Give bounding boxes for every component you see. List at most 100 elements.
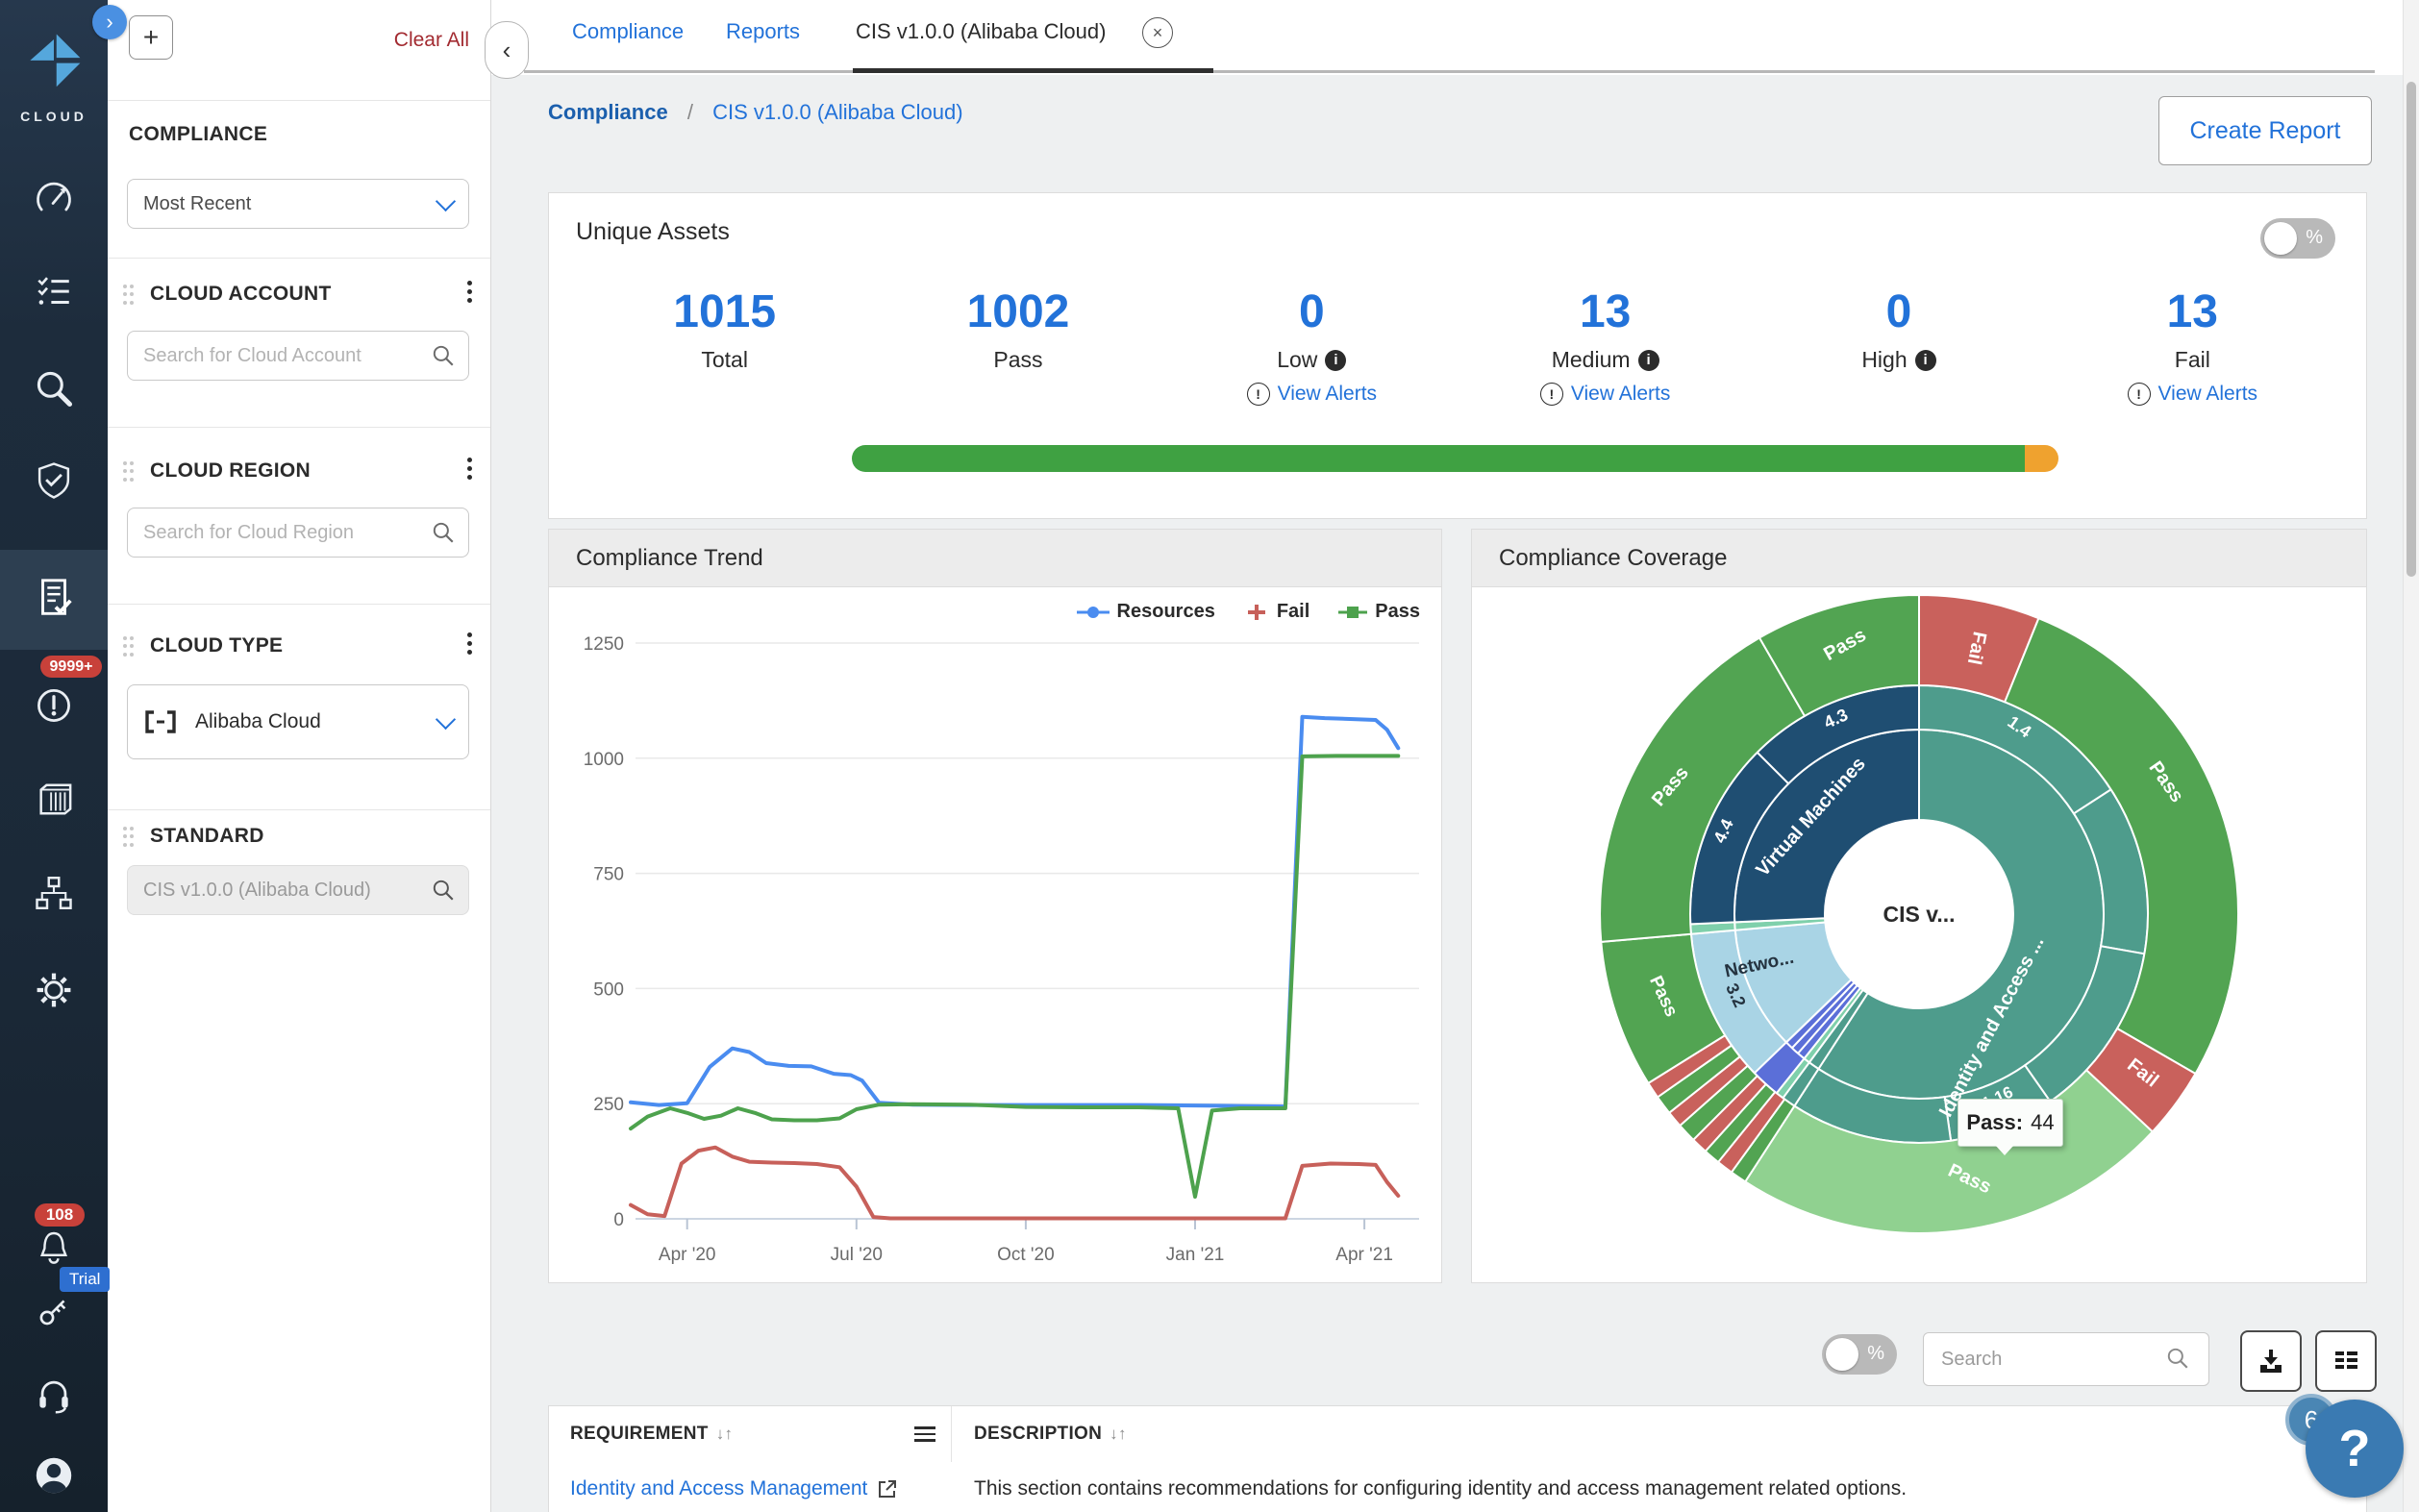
close-tab-icon[interactable]: × xyxy=(1142,17,1173,48)
y-axis-tick-label: 750 xyxy=(593,865,624,885)
drag-handle[interactable] xyxy=(123,285,137,306)
info-icon[interactable]: i xyxy=(1915,350,1936,371)
drag-handle[interactable] xyxy=(123,461,137,483)
tab-reports[interactable]: Reports xyxy=(726,19,800,44)
trend-card-header: Compliance Trend xyxy=(549,530,1441,587)
search-icon xyxy=(431,520,456,545)
legend-item-pass[interactable]: Pass xyxy=(1338,601,1420,623)
stat-value: 13 xyxy=(1459,285,1752,339)
sidebar-item-containers[interactable] xyxy=(0,781,108,819)
clear-all-button[interactable]: Clear All xyxy=(394,29,469,52)
progress-fail-segment xyxy=(2025,445,2058,472)
keys-icon xyxy=(34,1290,74,1330)
divider xyxy=(108,100,490,101)
sidebar-item-support[interactable] xyxy=(0,1373,108,1415)
stat-label: Fail xyxy=(2175,347,2210,373)
headset-icon xyxy=(33,1373,75,1415)
view-alerts-link[interactable]: ! View Alerts xyxy=(1459,383,1752,406)
requirement-link[interactable]: Identity and Access Management xyxy=(570,1477,898,1500)
logo-text: CLOUD xyxy=(0,109,108,124)
stat-value: 1002 xyxy=(871,285,1164,339)
cloud-region-search-input[interactable] xyxy=(127,508,469,558)
table-percent-toggle[interactable]: % xyxy=(1822,1334,1897,1375)
cloud-type-menu-icon[interactable] xyxy=(467,632,473,655)
filter-panel: + Clear All COMPLIANCE Most Recent CLOUD… xyxy=(108,0,491,1512)
search-icon xyxy=(2165,1346,2190,1371)
legend-item-resources[interactable]: Resources xyxy=(1077,601,1215,623)
drag-handle[interactable] xyxy=(123,636,137,657)
breadcrumb-compliance[interactable]: Compliance xyxy=(548,100,668,124)
column-menu-icon[interactable] xyxy=(914,1426,935,1442)
sidebar-item-alerts[interactable] xyxy=(0,684,108,727)
avatar-icon xyxy=(32,1453,76,1498)
chevron-down-icon xyxy=(436,708,456,729)
table-header-row: REQUIREMENT ↓↑ DESCRIPTION ↓↑ xyxy=(549,1406,2366,1463)
legend-item-fail[interactable]: Fail xyxy=(1244,601,1309,623)
table-columns-icon xyxy=(2332,1347,2360,1376)
download-button[interactable] xyxy=(2240,1330,2302,1392)
sidebar-item-compliance[interactable] xyxy=(0,575,108,621)
requirement-description: This section contains recommendations fo… xyxy=(951,1462,2366,1512)
container-icon xyxy=(32,781,76,819)
sort-select[interactable]: Most Recent xyxy=(127,179,469,229)
info-icon[interactable]: i xyxy=(1638,350,1659,371)
panel-collapse-button[interactable]: ‹ xyxy=(485,21,529,79)
stat-medium: 13Mediumi ! View Alerts xyxy=(1459,285,1752,406)
sidebar-item-access-keys[interactable] xyxy=(0,1290,108,1330)
sort-select-value: Most Recent xyxy=(143,193,438,215)
sort-icons[interactable]: ↓↑ xyxy=(1110,1425,1127,1444)
sidebar-item-search[interactable] xyxy=(0,367,108,409)
tab-compliance[interactable]: Compliance xyxy=(572,19,684,44)
gear-icon xyxy=(33,969,75,1011)
sidebar-item-dashboard[interactable] xyxy=(0,178,108,220)
info-icon[interactable]: i xyxy=(1325,350,1346,371)
view-alerts-link[interactable]: ! View Alerts xyxy=(2046,383,2339,406)
compliance-progress-bar xyxy=(852,445,2058,472)
percent-label: % xyxy=(1867,1343,1884,1365)
search-icon xyxy=(431,343,456,368)
drag-handle[interactable] xyxy=(123,827,137,848)
cloud-type-select[interactable]: Alibaba Cloud xyxy=(127,684,469,759)
requirement-column-header[interactable]: REQUIREMENT ↓↑ xyxy=(549,1406,951,1462)
cloud-account-filter-title: CLOUD ACCOUNT xyxy=(150,283,332,306)
series-resources xyxy=(631,717,1398,1106)
sidebar-item-settings[interactable] xyxy=(0,969,108,1011)
add-filter-button[interactable]: + xyxy=(129,15,173,60)
stat-value: 1015 xyxy=(578,285,871,339)
scrollbar-thumb[interactable] xyxy=(2407,82,2416,577)
sitemap-icon xyxy=(34,873,74,913)
alibaba-cloud-icon xyxy=(143,708,178,735)
view-alerts-link[interactable]: ! View Alerts xyxy=(1165,383,1459,406)
create-report-button[interactable]: Create Report xyxy=(2158,96,2372,165)
cloud-account-search-input[interactable] xyxy=(127,331,469,381)
y-axis-tick-label: 1250 xyxy=(584,634,624,655)
x-axis-tick-label: Oct '20 xyxy=(997,1245,1055,1265)
description-column-header[interactable]: DESCRIPTION ↓↑ xyxy=(951,1406,2366,1462)
cloud-region-menu-icon[interactable] xyxy=(467,458,473,480)
main-content: Compliance Reports CIS v1.0.0 (Alibaba C… xyxy=(490,0,2419,1512)
standard-search-input[interactable] xyxy=(127,865,469,915)
breadcrumb: Compliance / CIS v1.0.0 (Alibaba Cloud) xyxy=(548,100,963,125)
panel-expand-button[interactable]: › xyxy=(92,5,127,39)
percent-toggle[interactable]: % xyxy=(2260,218,2335,259)
cloud-account-menu-icon[interactable] xyxy=(467,281,473,303)
sidebar-item-policies[interactable] xyxy=(0,272,108,312)
search-icon xyxy=(431,878,456,903)
sidebar-item-network[interactable] xyxy=(0,873,108,913)
breadcrumb-current[interactable]: CIS v1.0.0 (Alibaba Cloud) xyxy=(712,100,962,124)
tabs-underline xyxy=(524,70,2375,73)
x-axis-tick-label: Apr '21 xyxy=(1335,1245,1393,1265)
compliance-filter-title: COMPLIANCE xyxy=(129,123,267,146)
column-settings-button[interactable] xyxy=(2315,1330,2377,1392)
tooltip-label: Pass: xyxy=(1966,1110,2023,1135)
unique-assets-title: Unique Assets xyxy=(576,218,730,246)
sidebar-item-profile[interactable] xyxy=(0,1453,108,1498)
cloud-logo[interactable] xyxy=(0,29,108,100)
help-button[interactable]: ? xyxy=(2306,1400,2404,1498)
sidebar-item-notifications[interactable] xyxy=(0,1227,108,1267)
sidebar-item-security[interactable] xyxy=(0,459,108,502)
divider xyxy=(108,427,490,428)
sort-icons[interactable]: ↓↑ xyxy=(716,1425,734,1444)
tab-cis-standard[interactable]: CIS v1.0.0 (Alibaba Cloud) xyxy=(856,19,1106,44)
scrollbar-track[interactable] xyxy=(2403,0,2419,1512)
